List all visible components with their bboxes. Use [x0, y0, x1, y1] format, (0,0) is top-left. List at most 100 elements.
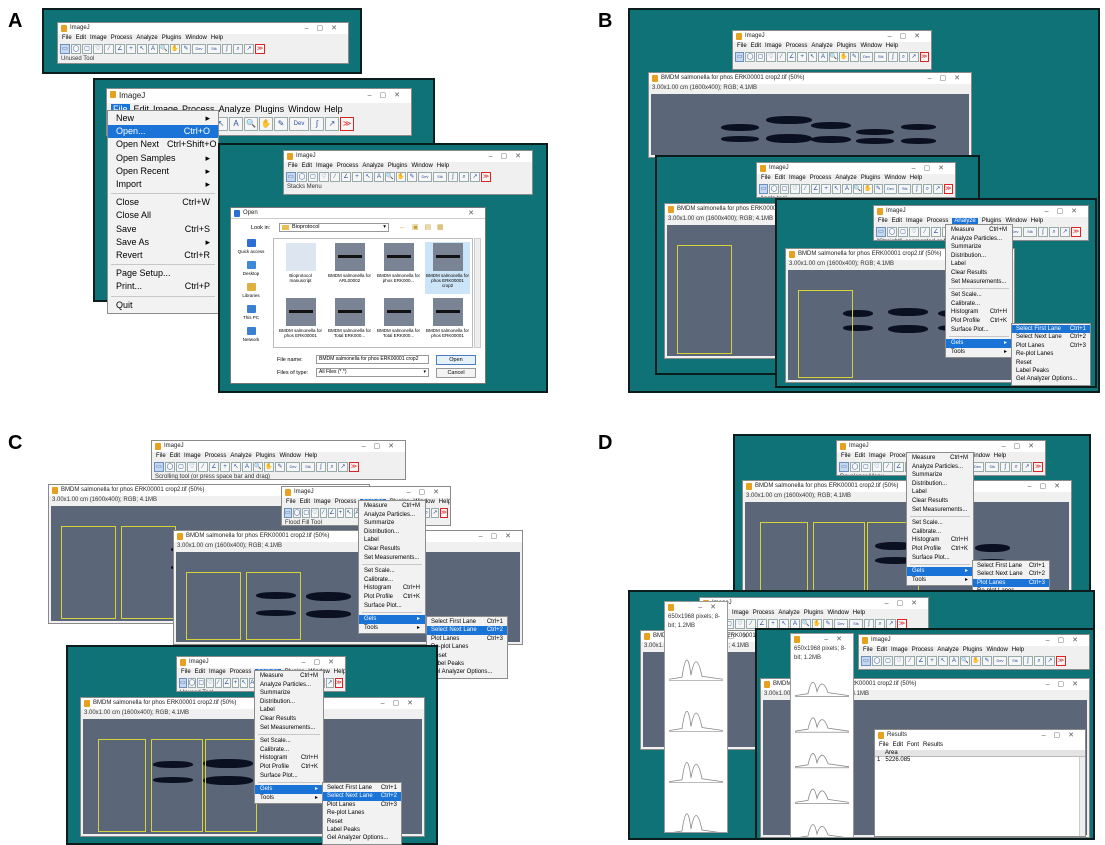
line-tool-icon[interactable]: ⁄: [214, 678, 223, 688]
menu-window[interactable]: Window: [884, 175, 905, 181]
results-menu-results[interactable]: Results: [923, 742, 943, 748]
gels-menu-item[interactable]: Select Next Lane Ctrl+2: [1012, 333, 1090, 341]
menu-plugins[interactable]: Plugins: [388, 163, 408, 169]
hand-tool-icon[interactable]: ✋: [839, 52, 849, 62]
file-item[interactable]: BMDM salmonella for ARL00002: [327, 242, 372, 294]
angle-tool-icon[interactable]: ∠: [811, 184, 821, 194]
menu-plugins[interactable]: Plugins: [837, 43, 857, 49]
polygon-tool-icon[interactable]: ▢: [898, 227, 908, 237]
arrow-icon[interactable]: ↗: [244, 44, 254, 54]
analyze-menu-item[interactable]: Clear Results: [359, 545, 425, 554]
file-menu-item[interactable]: Close Ctrl+W: [108, 196, 218, 209]
file-menu-item[interactable]: Revert Ctrl+R: [108, 249, 218, 262]
stacks-menu-icon[interactable]: Stk: [207, 44, 221, 54]
analyze-menu-item[interactable]: Surface Plot...: [255, 772, 323, 781]
menu-file[interactable]: File: [286, 499, 296, 505]
menu-image[interactable]: Image: [314, 499, 331, 505]
gels-menu-item[interactable]: Gel Analyzer Options...: [427, 668, 507, 676]
menu-analyze[interactable]: Analyze: [811, 43, 832, 49]
freehand-tool-icon[interactable]: ♡: [206, 678, 214, 688]
analyze-menu-item[interactable]: Analyze Particles...: [907, 463, 973, 472]
oval-tool-icon[interactable]: ◯: [872, 656, 882, 666]
wand-tool-icon[interactable]: ↖: [137, 44, 147, 54]
menu-file[interactable]: File: [737, 43, 747, 49]
lane-selection[interactable]: [121, 526, 176, 619]
menu-plugins[interactable]: Plugins: [255, 104, 285, 114]
drawing-tools-icon[interactable]: ⌕: [233, 44, 243, 54]
place-item[interactable]: Libraries: [234, 283, 268, 304]
analyze-menu-item[interactable]: Calibrate...: [946, 300, 1012, 309]
analyze-menu-item[interactable]: Distribution...: [359, 528, 425, 537]
analyze-menu-item[interactable]: Summarize: [255, 689, 323, 698]
analyze-menu-item[interactable]: Label: [359, 536, 425, 545]
lut-menu-icon[interactable]: ∫: [222, 44, 232, 54]
stacks-menu-icon[interactable]: Stk: [1023, 227, 1037, 237]
angle-tool-icon[interactable]: ∠: [916, 656, 926, 666]
wand-tool-icon[interactable]: ↖: [363, 172, 373, 182]
text-tool-icon[interactable]: A: [374, 172, 384, 182]
analyze-menu-item[interactable]: Set Scale...: [907, 519, 973, 528]
polygon-tool-icon[interactable]: ▢: [860, 462, 871, 472]
gels-submenu[interactable]: Select First Lane Ctrl+1 Select Next Lane C…: [1011, 323, 1091, 386]
oval-tool-icon[interactable]: ◯: [71, 44, 81, 54]
polygon-tool-icon[interactable]: ▢: [176, 462, 186, 472]
analyze-menu-item[interactable]: Tools ▸: [359, 624, 425, 633]
cancel-button[interactable]: Cancel: [436, 368, 476, 378]
developer-menu-icon[interactable]: Dev: [418, 172, 432, 182]
more-tools-icon[interactable]: ≫: [340, 117, 354, 131]
oval-tool-icon[interactable]: ◯: [887, 227, 897, 237]
oval-tool-icon[interactable]: ◯: [745, 52, 755, 62]
developer-menu-icon[interactable]: Dev: [884, 184, 898, 194]
angle-tool-icon[interactable]: ∠: [787, 52, 797, 62]
analyze-menu-item[interactable]: Set Scale...: [255, 737, 323, 746]
developer-menu-icon[interactable]: Dev: [289, 117, 309, 131]
gels-menu-item[interactable]: Plot Lanes Ctrl+3: [427, 635, 507, 643]
analyze-menu-item[interactable]: Analyze Particles...: [359, 511, 425, 520]
magnifier-icon[interactable]: 🔍: [852, 184, 863, 194]
analyze-menu-item[interactable]: Plot Profile Ctrl+K: [255, 763, 323, 772]
file-menu-item[interactable]: Save Ctrl+S: [108, 223, 218, 236]
point-tool-icon[interactable]: +: [797, 52, 807, 62]
rectangle-tool-icon[interactable]: ▭: [839, 462, 849, 472]
file-menu-item[interactable]: Open Next Ctrl+Shift+O: [108, 138, 218, 151]
window-controls-icon[interactable]: –✕: [698, 602, 724, 613]
menu-help[interactable]: Help: [437, 163, 449, 169]
wand-tool-icon[interactable]: ↖: [240, 678, 248, 688]
results-menu-file[interactable]: File: [879, 742, 889, 748]
analyze-menu-item[interactable]: Surface Plot...: [359, 602, 425, 611]
lane-selection[interactable]: [798, 290, 853, 378]
hand-tool-icon[interactable]: ✋: [170, 44, 180, 54]
analyze-menu-item[interactable]: Distribution...: [255, 698, 323, 707]
dropper-icon[interactable]: ✎: [407, 172, 417, 182]
gels-menu-item[interactable]: Reset: [1012, 359, 1090, 367]
freehand-tool-icon[interactable]: ♡: [909, 227, 919, 237]
developer-menu-icon[interactable]: Dev: [860, 52, 874, 62]
menu-image[interactable]: Image: [869, 453, 886, 459]
lane-selection[interactable]: [677, 245, 732, 354]
file-item[interactable]: BMDM salmonella for phos ERK00001: [425, 297, 470, 349]
more-tools-icon[interactable]: ≫: [255, 44, 265, 54]
menu-plugins[interactable]: Plugins: [861, 175, 881, 181]
menu-help[interactable]: Help: [1031, 218, 1043, 224]
menu-image[interactable]: Image: [891, 647, 908, 653]
stacks-menu-icon[interactable]: Stk: [874, 52, 888, 62]
analyze-menu-item[interactable]: Summarize: [907, 471, 973, 480]
analyze-menu-item[interactable]: Summarize: [946, 243, 1012, 252]
file-menu-item[interactable]: Open Recent ▸: [108, 165, 218, 178]
results-menu-edit[interactable]: Edit: [893, 742, 903, 748]
menu-file[interactable]: File: [863, 647, 873, 653]
rectangle-tool-icon[interactable]: ▭: [154, 462, 164, 472]
rectangle-tool-icon[interactable]: ▭: [735, 52, 745, 62]
menu-window[interactable]: Window: [860, 43, 881, 49]
arrow-icon[interactable]: ↗: [431, 508, 439, 518]
more-tools-icon[interactable]: ≫: [1071, 227, 1081, 237]
analyze-menu-item[interactable]: Clear Results: [255, 715, 323, 724]
menu-file[interactable]: File: [288, 163, 298, 169]
file-menu-item[interactable]: Import ▸: [108, 178, 218, 191]
point-tool-icon[interactable]: +: [336, 508, 345, 518]
menu-process[interactable]: Process: [111, 35, 133, 41]
oval-tool-icon[interactable]: ◯: [165, 462, 175, 472]
developer-menu-icon[interactable]: Dev: [993, 656, 1007, 666]
arrow-icon[interactable]: ↗: [1060, 227, 1070, 237]
window-controls-icon[interactable]: –▢✕: [407, 487, 447, 498]
